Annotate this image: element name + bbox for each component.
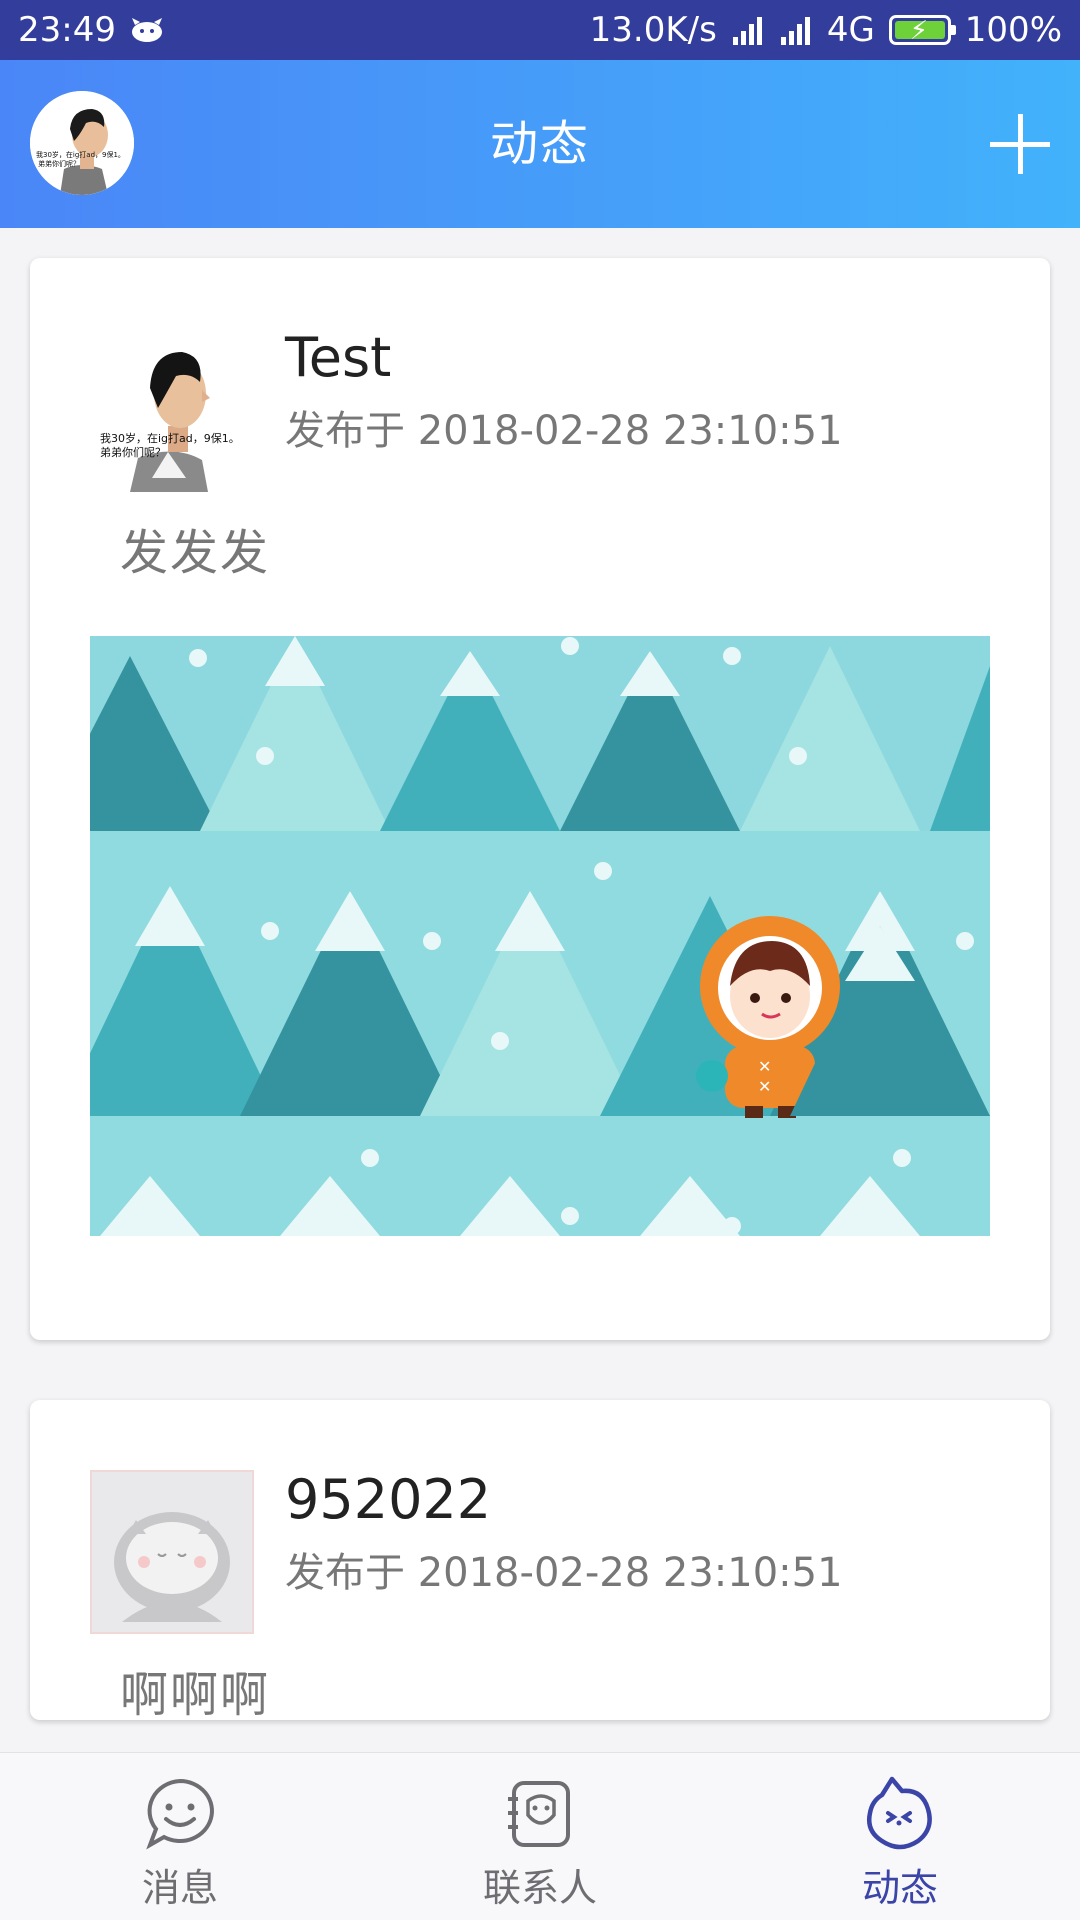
svg-text:我30岁，在ig打ad，9保1。: 我30岁，在ig打ad，9保1。 [100, 431, 240, 445]
post-timestamp: 发布于 2018-02-28 23:10:51 [285, 408, 843, 454]
battery-charging-icon: ⚡ [888, 15, 956, 46]
network-speed: 13.0K/s [589, 10, 717, 50]
app-notification-icon [131, 18, 162, 42]
nav-item-messages[interactable]: 消息 [0, 1753, 360, 1920]
post-timestamp: 发布于 2018-02-28 23:10:51 [285, 1550, 843, 1596]
app-header: 我30岁，在ig打ad，9保1。 弟弟你们呢？ 动态 [0, 60, 1080, 228]
contacts-icon [508, 1781, 570, 1847]
signal-icon [780, 17, 810, 45]
post-author-name: 952022 [285, 1468, 492, 1531]
plus-icon[interactable] [990, 114, 1050, 174]
svg-text:✕: ✕ [758, 1077, 771, 1096]
post-content: 啊啊啊 [120, 1667, 271, 1723]
post-author-avatar[interactable] [90, 1470, 254, 1634]
post-author-avatar[interactable]: 我30岁，在ig打ad，9保1。 弟弟你们呢？ [90, 328, 254, 492]
status-time: 23:49 [18, 10, 116, 50]
page-title: 动态 [489, 116, 590, 172]
status-bar: 23:49 13.0K/s 4G ⚡ 100% [0, 0, 1080, 60]
network-type: 4G [826, 10, 875, 50]
signal-icon [732, 17, 762, 45]
svg-text:✕: ✕ [758, 1057, 771, 1076]
chat-smile-icon [146, 1778, 214, 1850]
nav-item-moments[interactable]: 动态 [720, 1753, 1080, 1920]
battery-level: 100% [964, 10, 1062, 50]
nav-item-contacts[interactable]: 联系人 [360, 1753, 720, 1920]
post-card[interactable]: 952022 发布于 2018-02-28 23:10:51 啊啊啊 [30, 1400, 1050, 1723]
post-card[interactable]: 我30岁，在ig打ad，9保1。 弟弟你们呢？ Test 发布于 2018-02… [30, 258, 1050, 1340]
nav-label: 联系人 [482, 1866, 597, 1910]
post-author-name: Test [285, 326, 392, 389]
svg-text:弟弟你们呢？: 弟弟你们呢？ [100, 445, 166, 459]
nav-label: 动态 [861, 1866, 938, 1910]
bottom-navigation: 消息 联系人 动态 [0, 1752, 1080, 1920]
moments-icon [867, 1776, 932, 1850]
post-image[interactable]: ✕ ✕ [90, 636, 990, 1236]
nav-label: 消息 [141, 1866, 218, 1910]
post-content: 发发发 [120, 525, 271, 581]
